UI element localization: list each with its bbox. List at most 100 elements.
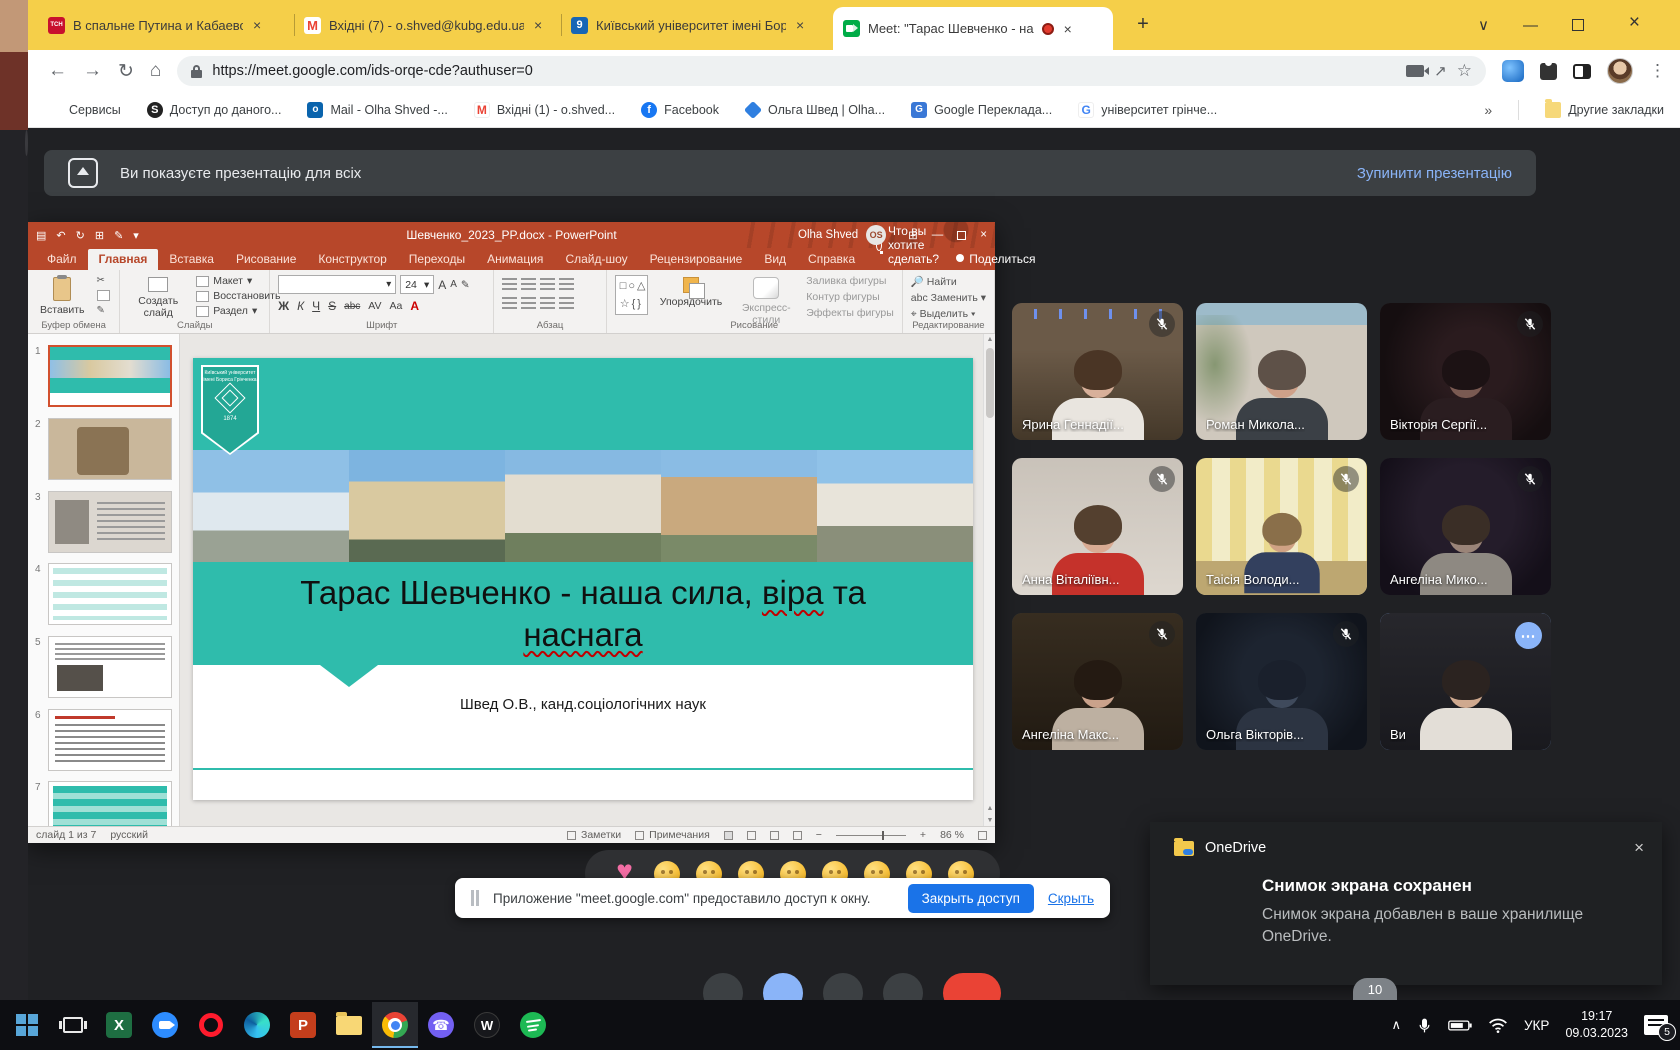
tab-design[interactable]: Конструктор <box>307 249 397 270</box>
comments-button[interactable]: Примечания <box>635 829 710 841</box>
slide-thumbnail-4[interactable] <box>48 563 172 625</box>
participant-tile[interactable]: Роман Микола... <box>1196 303 1367 440</box>
prev-slide-icon[interactable]: ▲ <box>984 805 996 812</box>
ppt-close-button[interactable]: × <box>980 229 987 241</box>
stop-access-button[interactable]: Закрыть доступ <box>908 884 1034 913</box>
slide-thumbnail-2[interactable] <box>48 418 172 480</box>
extension-globe-icon[interactable] <box>1502 60 1524 82</box>
tab-insert[interactable]: Вставка <box>158 249 225 270</box>
slide-thumbnail-1[interactable] <box>48 345 172 407</box>
bookmark-university[interactable]: G університет грінче... <box>1078 102 1217 118</box>
arrange-button[interactable]: Упорядочить <box>656 275 726 310</box>
line-spacing-icon[interactable] <box>559 278 574 291</box>
home-icon[interactable]: ⌂ <box>150 60 161 82</box>
bookmark-access[interactable]: S Доступ до даного... <box>147 102 282 118</box>
notes-button[interactable]: Заметки <box>567 829 621 841</box>
bookmark-olha-shved[interactable]: Ольга Швед | Olha... <box>745 102 885 118</box>
font-color-button[interactable]: А <box>410 299 419 313</box>
tab-file[interactable]: Файл <box>36 249 88 270</box>
stop-presenting-button[interactable]: Зупинити презентацію <box>1357 165 1512 182</box>
slide-scrollbar[interactable]: ▲ ▲ ▼ <box>983 334 995 826</box>
bookmark-outlook-mail[interactable]: o Mail - Olha Shved -... <box>307 102 447 118</box>
undo-icon[interactable]: ↶ <box>56 229 65 242</box>
meet-control-button[interactable] <box>703 973 743 1000</box>
window-close-button[interactable]: × <box>1629 12 1640 34</box>
strikethrough-button[interactable]: S <box>328 299 336 313</box>
language-indicator[interactable]: УКР <box>1524 1018 1549 1033</box>
italic-button[interactable]: К <box>297 299 304 313</box>
taskbar-powerpoint[interactable]: P <box>280 1002 326 1048</box>
meet-control-button[interactable] <box>823 973 863 1000</box>
new-tab-button[interactable]: + <box>1130 12 1156 38</box>
browser-menu-icon[interactable]: ⋮ <box>1649 61 1666 81</box>
participant-tile[interactable]: Вікторія Сергії... <box>1380 303 1551 440</box>
self-tile[interactable]: ⋯ Ви <box>1380 613 1551 750</box>
tab-draw[interactable]: Рисование <box>225 249 307 270</box>
layout-button[interactable]: Макет▾ <box>196 275 280 287</box>
participant-tile[interactable]: Анна Віталіївн... <box>1012 458 1183 595</box>
drag-handle-icon[interactable] <box>471 890 479 906</box>
action-center-icon[interactable]: 5 <box>1644 1015 1668 1035</box>
bullets-icon[interactable] <box>502 278 517 291</box>
back-icon[interactable]: ← <box>48 60 67 82</box>
hide-link[interactable]: Скрыть <box>1048 891 1094 906</box>
extensions-puzzle-icon[interactable] <box>1540 63 1557 80</box>
tray-microphone-icon[interactable] <box>1417 1017 1432 1034</box>
taskbar-edge[interactable] <box>234 1002 280 1048</box>
replace-button[interactable]: abc Заменить ▾ <box>911 292 986 304</box>
zoom-out-icon[interactable]: − <box>816 829 822 841</box>
shape-outline-button[interactable]: Контур фигуры <box>806 291 894 303</box>
participant-tile[interactable]: Ярина Геннадії... <box>1012 303 1183 440</box>
slide-thumbnail-6[interactable] <box>48 709 172 771</box>
bookmarks-overflow-icon[interactable]: » <box>1484 102 1492 118</box>
bookmark-star-icon[interactable]: ☆ <box>1457 61 1472 81</box>
participant-tile[interactable]: Таісія Володи... <box>1196 458 1367 595</box>
bookmark-google-translate[interactable]: G Google Переклада... <box>911 102 1052 118</box>
tab-home[interactable]: Главная <box>88 249 159 270</box>
taskbar-chrome-active[interactable] <box>372 1002 418 1048</box>
tab-search-chevron-icon[interactable]: ∨ <box>1478 16 1489 34</box>
reset-button[interactable]: Восстановить <box>196 290 280 302</box>
zoom-level[interactable]: 86 % <box>940 829 964 841</box>
ribbon-display-options-icon[interactable]: ⊞ <box>908 228 918 242</box>
slide-subtitle[interactable]: Швед О.В., канд.соціологічних наук <box>193 696 973 713</box>
qat-more-icon[interactable]: ▾ <box>133 229 139 242</box>
taskbar-zoom[interactable] <box>142 1002 188 1048</box>
window-minimize-button[interactable]: — <box>1523 17 1538 34</box>
slide-thumbnail-7[interactable] <box>48 781 172 826</box>
cut-icon[interactable]: ✂ <box>97 275 110 286</box>
tray-battery-icon[interactable] <box>1448 1019 1472 1032</box>
columns-icon[interactable] <box>559 297 574 310</box>
clear-format-icon[interactable]: ✎ <box>461 279 470 291</box>
tab-university[interactable]: 9 Київський університет імені Бор × <box>561 0 826 50</box>
underline-button[interactable]: Ч <box>312 299 320 313</box>
side-panel-icon[interactable] <box>1573 64 1591 79</box>
tray-wifi-icon[interactable] <box>1488 1018 1508 1033</box>
tab-meet-active[interactable]: Meet: "Тарас Шевченко - на × <box>833 7 1113 50</box>
end-call-button[interactable] <box>943 973 1001 1000</box>
taskbar-excel[interactable]: X <box>96 1002 142 1048</box>
zoom-slider[interactable] <box>836 835 906 836</box>
tray-expand-icon[interactable]: ∧ <box>1391 1017 1401 1033</box>
slide-sorter-icon[interactable] <box>747 831 756 840</box>
url-text[interactable]: https://meet.google.com/ids-orqe-cde?aut… <box>212 63 1396 79</box>
tab-tsn[interactable]: ТСН В спальне Путина и Кабаевой: к × <box>38 0 290 50</box>
slide-thumbnail-5[interactable] <box>48 636 172 698</box>
bookmark-facebook[interactable]: f Facebook <box>641 102 719 118</box>
slideshow-view-icon[interactable] <box>793 831 802 840</box>
copy-icon[interactable] <box>97 290 110 301</box>
slide-canvas[interactable]: Київський університет імені Бориса Грінч… <box>180 334 983 826</box>
shrink-font-icon[interactable]: А <box>450 279 457 290</box>
align-right-icon[interactable] <box>540 297 555 310</box>
bookmark-gmail-inbox[interactable]: M Вхідні (1) - o.shved... <box>474 102 615 118</box>
shape-fill-button[interactable]: Заливка фигуры <box>806 275 894 287</box>
format-painter-icon[interactable]: ✎ <box>97 305 110 316</box>
tile-options-icon[interactable]: ⋯ <box>1515 622 1542 649</box>
tab-review[interactable]: Рецензирование <box>639 249 754 270</box>
participant-tile[interactable]: Ангеліна Макс... <box>1012 613 1183 750</box>
taskbar-viber[interactable]: ☎ <box>418 1002 464 1048</box>
tab-close-icon[interactable]: × <box>796 17 804 33</box>
tab-close-icon[interactable]: × <box>1064 21 1072 37</box>
paste-button[interactable]: Вставить <box>36 275 89 318</box>
reading-view-icon[interactable] <box>770 831 779 840</box>
